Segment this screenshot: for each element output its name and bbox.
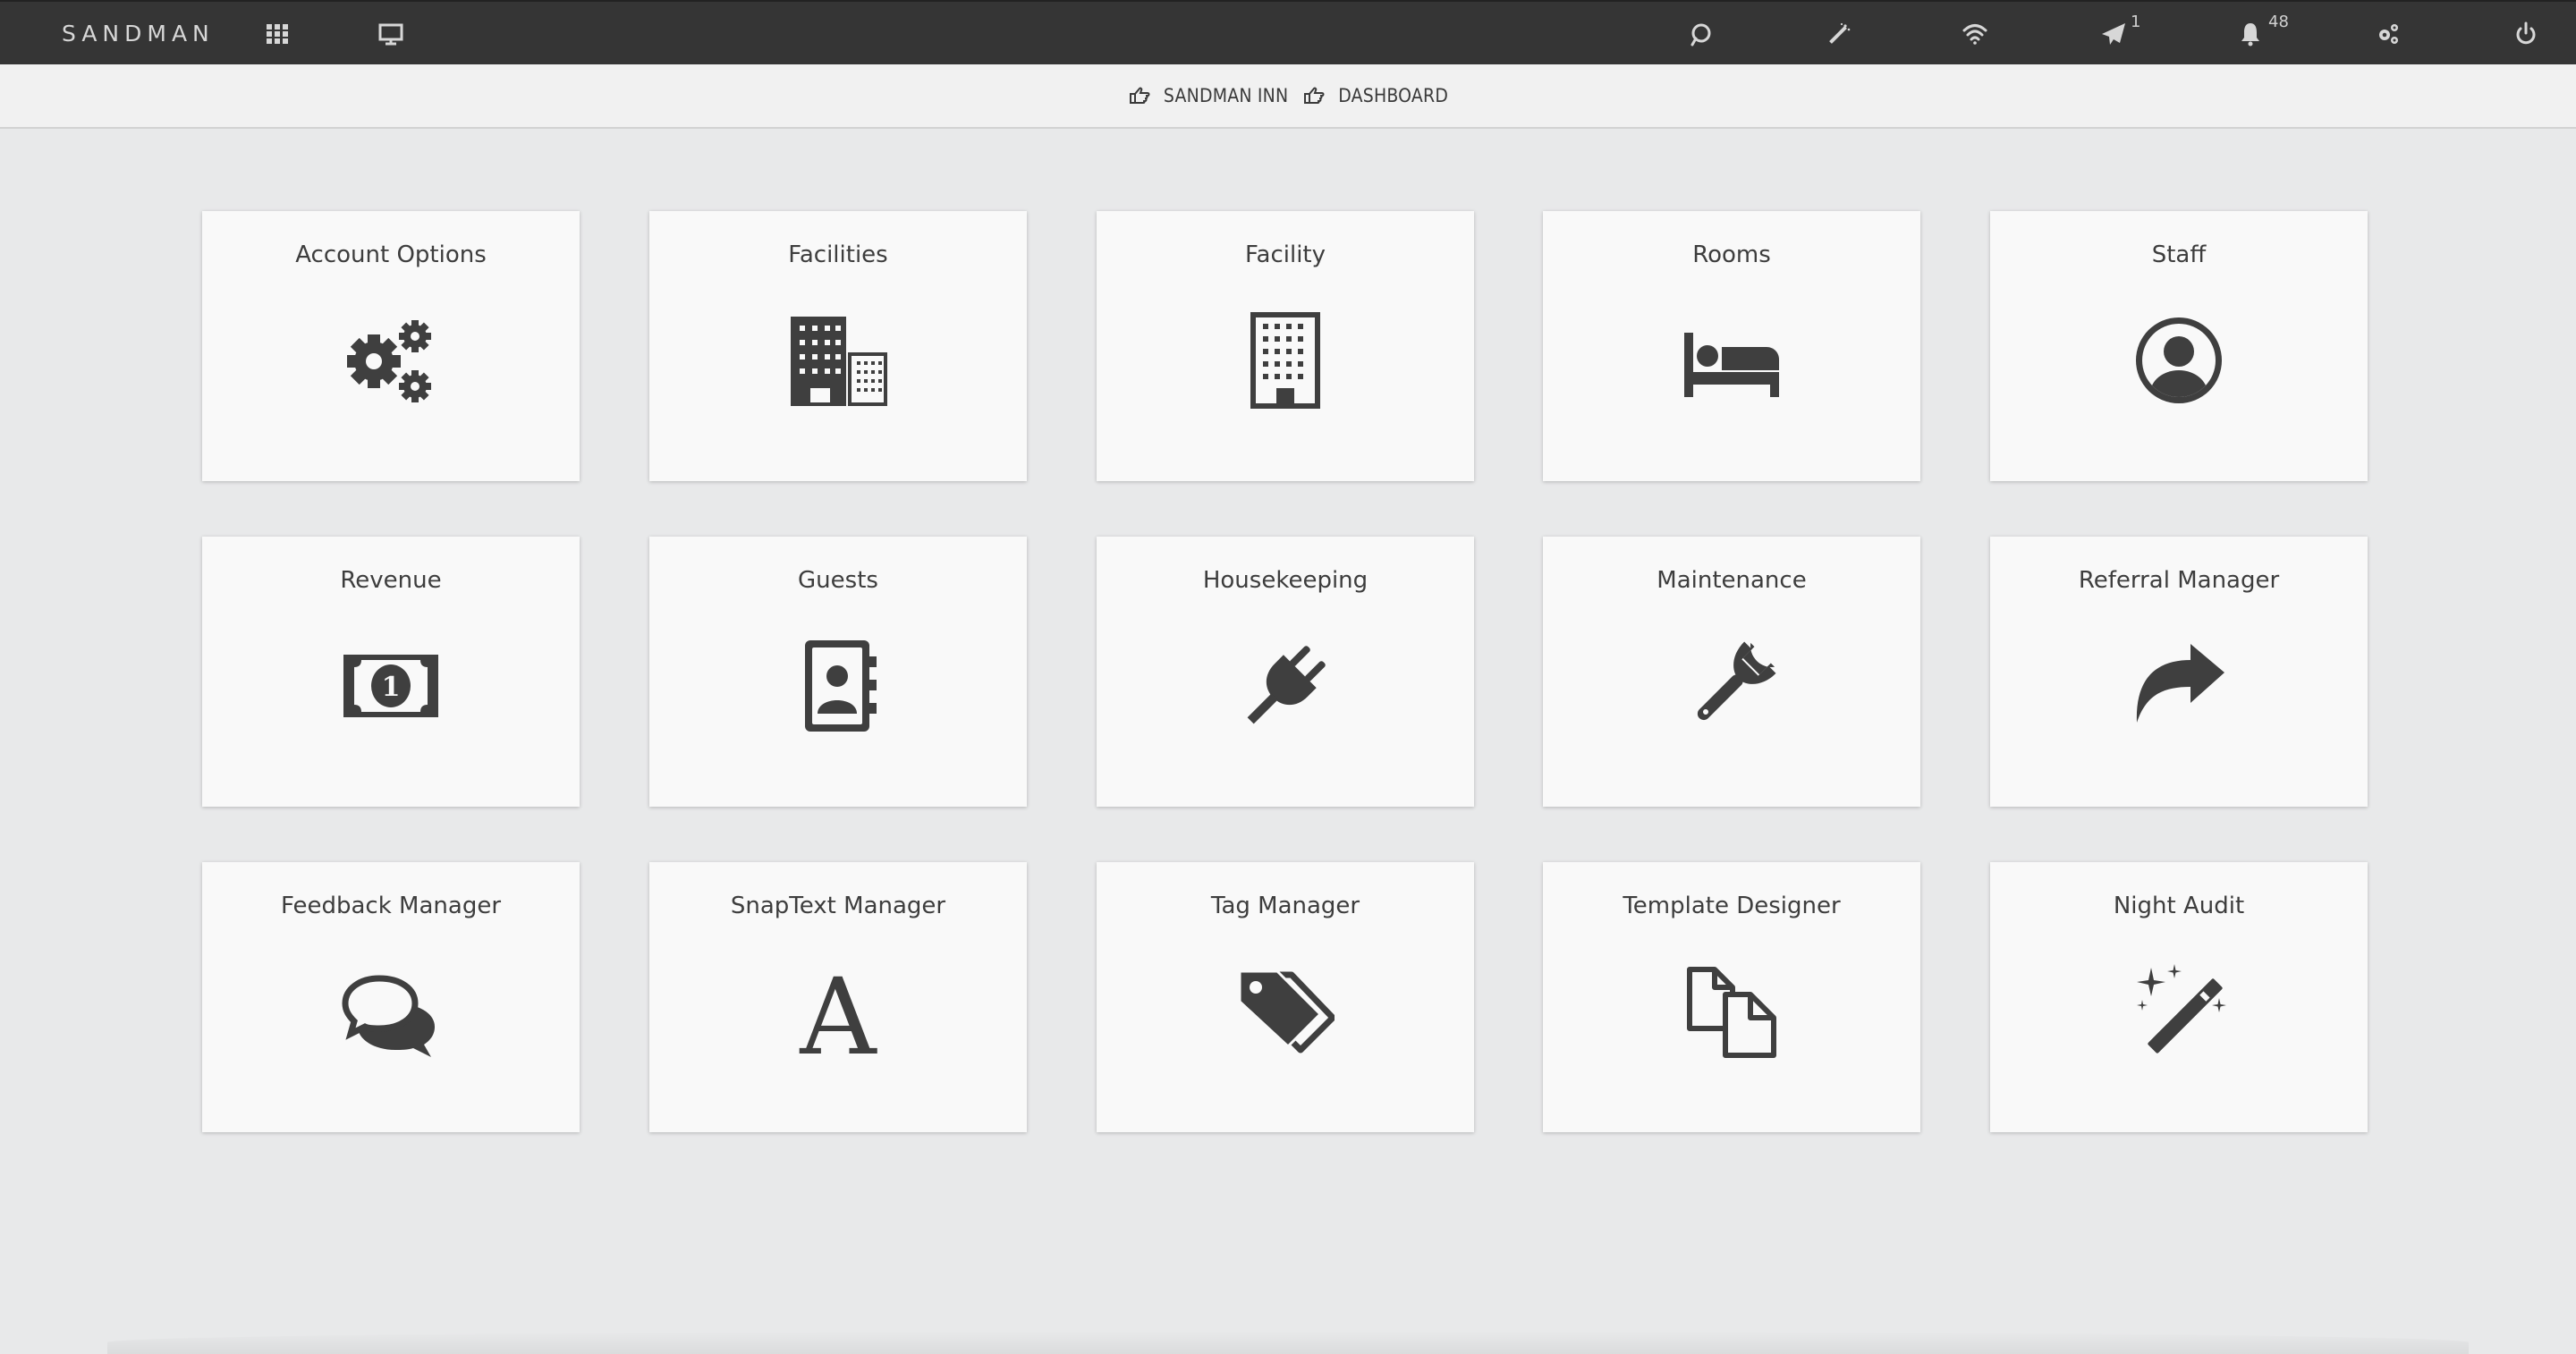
gears-icon [337,311,445,410]
wrench-icon [1678,637,1785,735]
tile-title: Account Options [295,241,487,268]
settings-gears-icon[interactable] [2372,18,2404,50]
tile-title: Tag Manager [1210,893,1360,919]
tile-rooms[interactable]: Rooms [1543,211,1920,481]
wifi-icon[interactable] [1959,18,1991,50]
tile-staff[interactable]: Staff [1990,211,2368,481]
tile-title: Facility [1244,241,1326,268]
user-circle-icon [2125,311,2233,410]
pointing-hand-icon [1129,87,1150,104]
apps-grid-icon[interactable] [261,18,293,50]
magic-wand-icon [2125,962,2233,1061]
tile-housekeeping[interactable]: Housekeeping [1097,537,1474,807]
tile-title: Staff [2151,241,2207,268]
bell-icon[interactable] [2234,18,2267,50]
address-book-icon [784,637,892,735]
tile-title: Maintenance [1657,567,1807,594]
tile-account-options[interactable]: Account Options [202,211,580,481]
tile-title: Template Designer [1623,893,1841,919]
tile-title: Guests [798,567,878,594]
font-icon: A [784,962,892,1061]
tile-template-designer[interactable]: Template Designer [1543,862,1920,1132]
share-arrow-icon [2125,637,2233,735]
tile-title: Facilities [788,241,888,268]
brand-logo[interactable]: SANDMAN [62,21,215,47]
top-navigation-bar: SANDMAN 1 48 [0,0,2576,64]
bed-icon [1678,311,1785,410]
tile-title: SnapText Manager [730,893,946,919]
plug-icon [1232,637,1339,735]
tile-feedback-manager[interactable]: Feedback Manager [202,862,580,1132]
comments-icon [337,962,445,1061]
tile-referral-manager[interactable]: Referral Manager [1990,537,2368,807]
footer-shadow [107,1331,2469,1354]
building-icon [1232,311,1339,410]
buildings-icon [784,311,892,410]
tile-title: Revenue [340,567,442,594]
copy-files-icon [1678,962,1785,1061]
tile-title: Night Audit [2113,893,2245,919]
desktop-icon[interactable] [375,18,407,50]
tile-title: Housekeeping [1202,567,1368,594]
tile-tag-manager[interactable]: Tag Manager [1097,862,1474,1132]
tile-facilities[interactable]: Facilities [649,211,1027,481]
breadcrumb-bar: SANDMAN INN DASHBOARD [0,64,2576,129]
power-icon[interactable] [2510,18,2542,50]
magic-wand-icon[interactable] [1823,18,1855,50]
tile-maintenance[interactable]: Maintenance [1543,537,1920,807]
tile-title: Referral Manager [2078,567,2280,594]
tile-revenue[interactable]: Revenue 1 [202,537,580,807]
breadcrumb-item-dashboard[interactable]: DASHBOARD [1302,84,1448,107]
money-icon: 1 [337,637,445,735]
messages-count-badge: 1 [2131,13,2141,31]
tile-guests[interactable]: Guests [649,537,1027,807]
breadcrumb-item-sandman-inn[interactable]: SANDMAN INN [1128,84,1288,107]
notifications-count-badge: 48 [2268,13,2289,31]
tile-night-audit[interactable]: Night Audit [1990,862,2368,1132]
svg-text:A: A [799,962,877,1061]
tile-facility[interactable]: Facility [1097,211,1474,481]
tile-title: Feedback Manager [280,893,502,919]
tile-snaptext-manager[interactable]: SnapText Manager A [649,862,1027,1132]
tile-title: Rooms [1692,241,1771,268]
breadcrumb: SANDMAN INN DASHBOARD [0,64,2576,127]
send-plane-icon[interactable] [2097,18,2130,50]
tags-icon [1232,962,1339,1061]
sync-icon[interactable] [1684,18,1716,50]
svg-text:1: 1 [382,672,401,703]
pointing-hand-icon [1304,87,1325,104]
